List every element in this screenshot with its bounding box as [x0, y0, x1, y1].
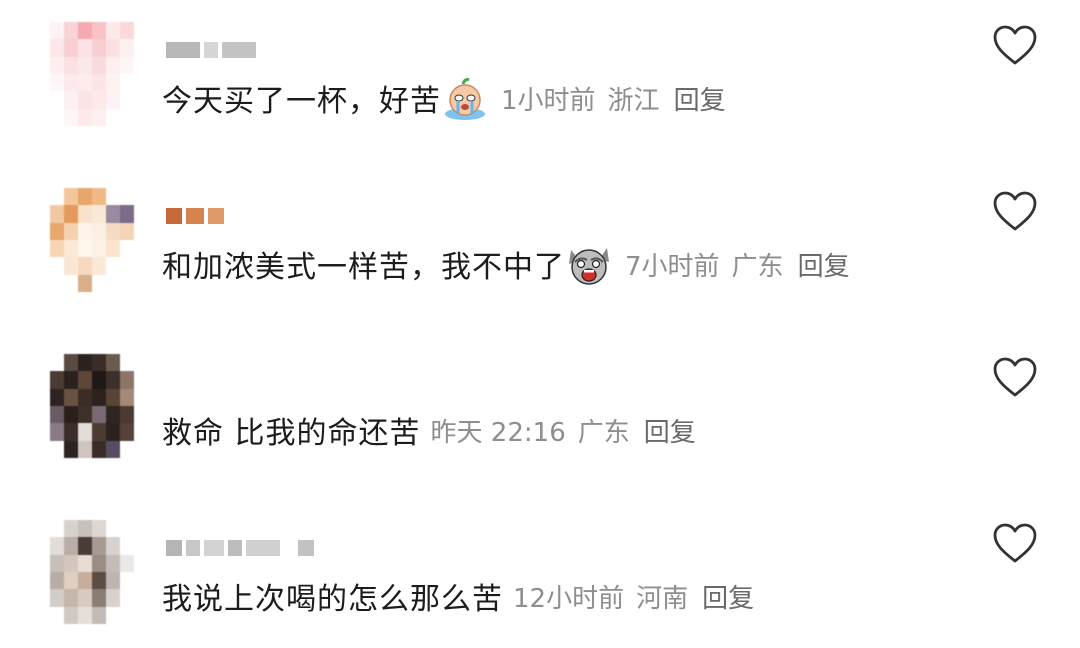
comment-text: 和加浓美式一样苦，我不中了: [162, 250, 565, 285]
like-button[interactable]: [992, 356, 1038, 398]
heart-outline-icon: [993, 25, 1037, 65]
comment-text: 救命 比我的命还苦: [162, 416, 421, 451]
comment-line: 和加浓美式一样苦，我不中了 7小时前 广东 回复: [162, 240, 850, 288]
comment-item: 和加浓美式一样苦，我不中了 7小时前 广东 回复: [0, 166, 1080, 316]
comment-time: 1小时前: [501, 85, 596, 116]
reply-button[interactable]: 回复: [798, 246, 850, 283]
comment-line: 救命 比我的命还苦 昨天 22:16 广东 回复: [162, 406, 696, 454]
crying-face-emoji: [441, 74, 489, 122]
comment-text: 我说上次喝的怎么那么苦: [162, 582, 503, 617]
avatar[interactable]: [50, 188, 134, 292]
comment-location: 广东: [731, 251, 784, 282]
like-button[interactable]: [992, 190, 1038, 232]
comment-item: 我说上次喝的怎么那么苦 12小时前 河南 回复: [0, 498, 1080, 648]
like-button[interactable]: [992, 24, 1038, 66]
comment-time: 昨天 22:16: [430, 417, 566, 448]
comment-text: 今天买了一杯，好苦: [162, 84, 441, 119]
heart-outline-icon: [993, 357, 1037, 397]
username-blurred[interactable]: [166, 534, 314, 556]
comment-time: 12小时前: [513, 583, 625, 614]
reply-button[interactable]: 回复: [674, 80, 726, 117]
comment-line: 今天买了一杯，好苦 1小时前 浙江 回复: [162, 74, 726, 122]
username-blurred[interactable]: [166, 36, 256, 58]
username-blurred[interactable]: [166, 202, 224, 224]
comment-item: 救命 比我的命还苦 昨天 22:16 广东 回复: [0, 332, 1080, 482]
comment-item: 今天买了一杯，好苦 1小时前 浙江 回复: [0, 0, 1080, 150]
heart-outline-icon: [993, 191, 1037, 231]
avatar[interactable]: [50, 354, 134, 458]
comment-line: 我说上次喝的怎么那么苦 12小时前 河南 回复: [162, 572, 754, 620]
comment-location: 广东: [577, 417, 630, 448]
screaming-cat-emoji: [565, 240, 613, 288]
comment-location: 浙江: [607, 85, 660, 116]
heart-outline-icon: [993, 523, 1037, 563]
reply-button[interactable]: 回复: [702, 578, 754, 615]
reply-button[interactable]: 回复: [644, 412, 696, 449]
avatar[interactable]: [50, 22, 134, 126]
comment-location: 河南: [636, 583, 689, 614]
like-button[interactable]: [992, 522, 1038, 564]
comment-time: 7小时前: [625, 251, 720, 282]
avatar[interactable]: [50, 520, 134, 624]
